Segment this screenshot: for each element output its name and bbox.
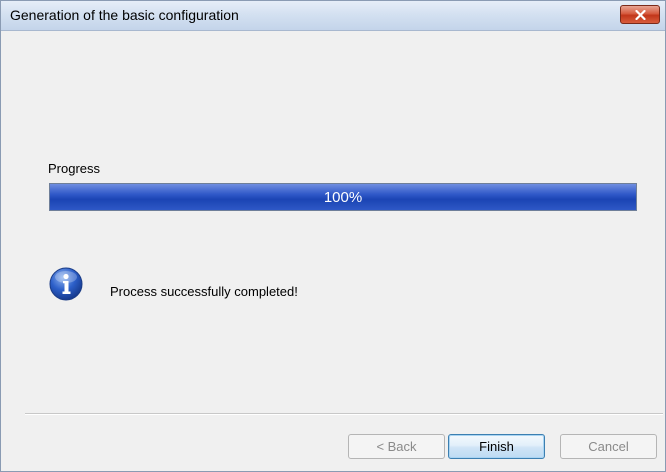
close-button[interactable]: [620, 5, 660, 24]
progress-bar: 100%: [49, 183, 637, 211]
dialog-content: Progress 100% Process successfully compl…: [1, 31, 665, 471]
window-title: Generation of the basic configuration: [10, 7, 239, 23]
dialog-window: Generation of the basic configuration Pr…: [0, 0, 666, 472]
close-icon: [635, 10, 646, 20]
cancel-button[interactable]: Cancel: [560, 434, 657, 459]
back-button[interactable]: < Back: [348, 434, 445, 459]
status-message: Process successfully completed!: [110, 284, 298, 299]
footer-separator: [25, 413, 663, 415]
progress-label: Progress: [48, 161, 101, 176]
info-icon: [49, 267, 83, 301]
title-bar: Generation of the basic configuration: [1, 1, 665, 31]
finish-button[interactable]: Finish: [448, 434, 545, 459]
progress-percentage: 100%: [323, 189, 363, 206]
